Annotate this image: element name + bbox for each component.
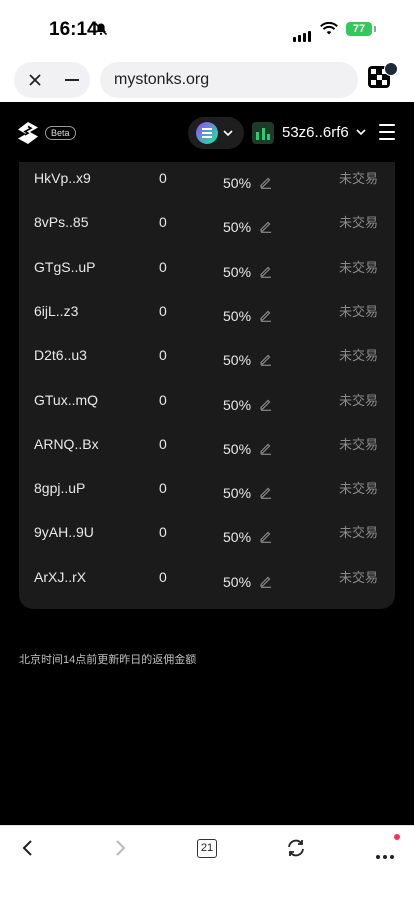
wallet-badge-icon <box>384 62 398 76</box>
pencil-icon[interactable] <box>259 264 273 278</box>
table-row: 6ijL..z3 0 50% 未交易 <box>19 299 395 343</box>
pencil-icon[interactable] <box>259 441 273 455</box>
row-address: GTgS..uP <box>34 258 96 275</box>
status-bar: 16:14 77 <box>0 0 414 60</box>
app-header: Beta 53z6..6rf6 <box>0 102 414 162</box>
beta-badge: Beta <box>45 126 76 140</box>
row-status: 未交易 <box>339 436 379 452</box>
chain-selector-button[interactable] <box>188 117 244 149</box>
table-row: GTux..mQ 0 50% 未交易 <box>19 388 395 432</box>
row-count: 0 <box>159 391 167 408</box>
solana-icon <box>196 122 218 144</box>
pencil-icon[interactable] <box>259 485 273 499</box>
pencil-icon[interactable] <box>259 352 273 367</box>
browser-toolbar: 21 <box>0 825 414 901</box>
row-address: ArXJ..rX <box>34 568 87 585</box>
row-status: 未交易 <box>339 303 379 319</box>
row-percent: 50% <box>223 352 252 369</box>
row-status: 未交易 <box>339 348 379 364</box>
row-count: 0 <box>159 170 167 186</box>
row-percent: 50% <box>223 440 252 457</box>
row-status: 未交易 <box>339 569 379 585</box>
url-bar[interactable]: mystonks.org <box>100 62 358 98</box>
table-row: 9yAH..9U 0 50% 未交易 <box>19 520 395 564</box>
wifi-icon <box>320 22 338 35</box>
row-count: 0 <box>159 347 167 364</box>
row-status: 未交易 <box>339 525 379 541</box>
row-count: 0 <box>159 435 167 452</box>
notification-dot <box>394 834 400 840</box>
row-address: D2t6..u3 <box>34 347 87 364</box>
pencil-icon[interactable] <box>259 219 273 234</box>
row-address: GTux..mQ <box>34 391 99 408</box>
close-icon[interactable] <box>27 72 43 88</box>
row-count: 0 <box>159 214 167 231</box>
pencil-icon[interactable] <box>259 529 273 544</box>
row-percent: 50% <box>223 175 252 191</box>
table-row: HkVp..x9 0 50% 未交易 <box>19 166 395 210</box>
row-percent: 50% <box>223 573 252 590</box>
row-status: 未交易 <box>339 481 379 497</box>
row-status: 未交易 <box>339 392 379 408</box>
row-count: 0 <box>159 524 167 541</box>
row-status: 未交易 <box>339 215 379 231</box>
row-address: 9yAH..9U <box>34 524 94 541</box>
mystonks-logo-icon[interactable] <box>16 121 40 145</box>
table-row: 8gpj..uP 0 50% 未交易 <box>19 476 395 520</box>
chevron-right-icon[interactable] <box>112 838 128 858</box>
pencil-icon[interactable] <box>259 308 273 322</box>
row-address: 8gpj..uP <box>34 480 86 497</box>
row-address: ARNQ..Bx <box>34 435 99 452</box>
table-row: D2t6..u3 0 50% 未交易 <box>19 343 395 387</box>
pencil-icon[interactable] <box>259 397 273 411</box>
pencil-icon[interactable] <box>259 175 273 189</box>
table-row: GTgS..uP 0 50% 未交易 <box>19 255 395 299</box>
minimize-icon[interactable] <box>65 79 79 81</box>
status-time: 16:14 <box>49 19 98 40</box>
reload-icon[interactable] <box>285 838 307 858</box>
chevron-down-icon[interactable] <box>355 126 367 138</box>
row-count: 0 <box>159 480 167 497</box>
battery-tip <box>374 26 376 32</box>
row-percent: 50% <box>223 307 252 324</box>
row-percent: 50% <box>223 396 252 413</box>
row-percent: 50% <box>223 529 252 546</box>
tabs-button[interactable]: 21 <box>197 839 217 858</box>
row-percent: 50% <box>223 219 252 236</box>
row-percent: 50% <box>223 263 252 280</box>
pencil-icon[interactable] <box>259 574 273 588</box>
chevron-down-icon <box>223 130 233 137</box>
chevron-left-icon[interactable] <box>20 838 36 858</box>
row-percent: 50% <box>223 485 252 502</box>
row-count: 0 <box>159 568 167 585</box>
bell-slash-icon <box>94 22 108 36</box>
more-icon[interactable] <box>376 834 400 864</box>
row-address: 6ijL..z3 <box>34 302 79 319</box>
wallet-chart-icon[interactable] <box>252 122 274 144</box>
browser-controls <box>14 62 90 98</box>
table-row: 8vPs..85 0 50% 未交易 <box>19 210 395 254</box>
row-count: 0 <box>159 258 167 275</box>
signal-icon <box>293 24 313 42</box>
row-address: 8vPs..85 <box>34 214 89 231</box>
okx-wallet-icon[interactable] <box>368 62 398 88</box>
referral-table: HkVp..x9 0 50% 未交易 8vPs..85 0 50% 未交易 GTgS..uP 0 5… <box>19 162 395 609</box>
menu-icon[interactable] <box>379 124 395 145</box>
wallet-address[interactable]: 53z6..6rf6 <box>282 124 349 141</box>
row-status: 未交易 <box>339 171 379 186</box>
table-row: ArXJ..rX 0 50% 未交易 <box>19 565 395 609</box>
update-note: 北京时间14点前更新昨日的返佣金额 <box>19 654 197 666</box>
browser-chrome: mystonks.org <box>0 60 414 102</box>
row-address: HkVp..x9 <box>34 170 91 186</box>
battery-icon: 77 <box>346 22 372 36</box>
row-count: 0 <box>159 302 167 319</box>
row-status: 未交易 <box>339 259 379 275</box>
table-row: ARNQ..Bx 0 50% 未交易 <box>19 432 395 476</box>
